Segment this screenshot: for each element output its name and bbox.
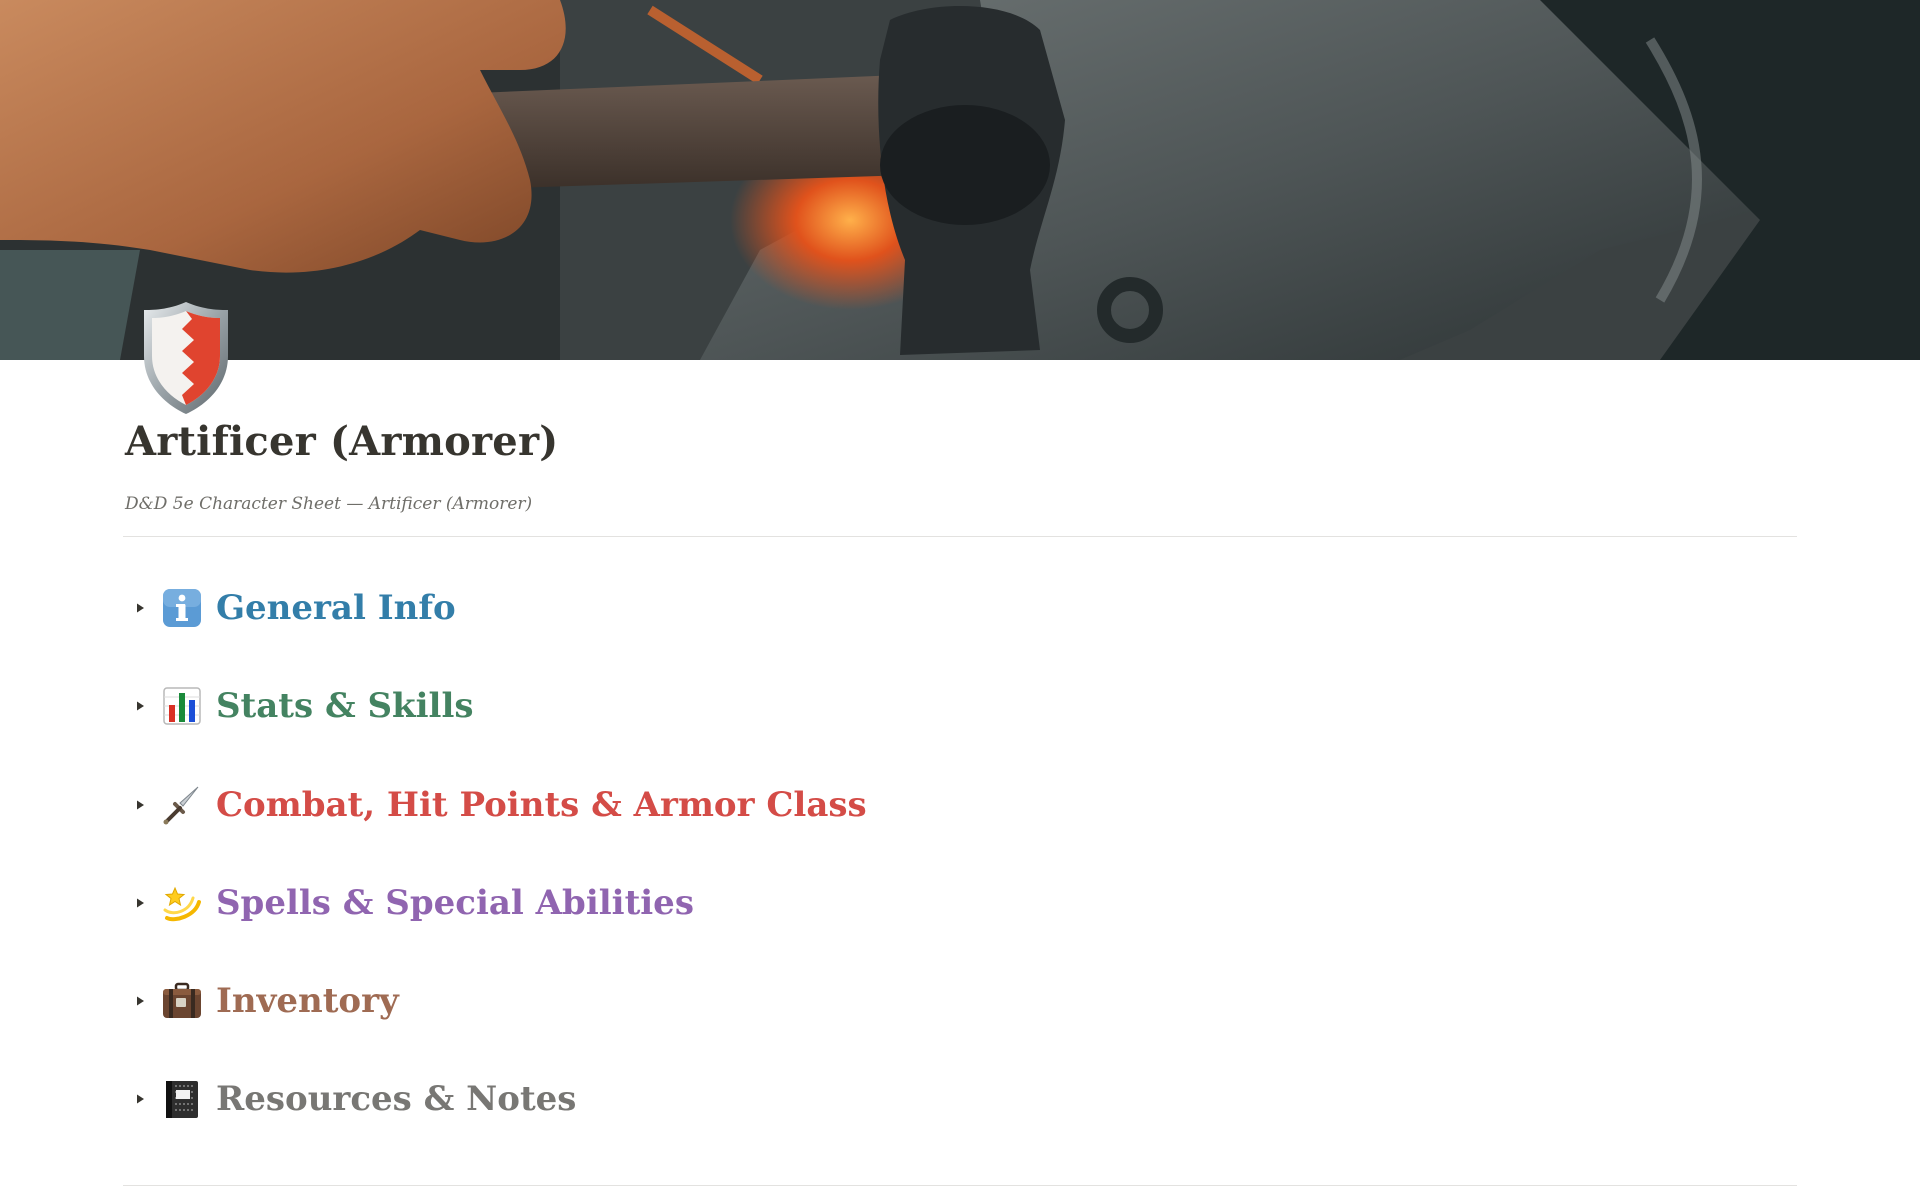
toggle-arrow-icon[interactable] <box>123 602 157 614</box>
toggle-arrow-icon[interactable] <box>123 897 157 909</box>
forge-cover-image <box>0 0 1920 360</box>
page-subtitle: D&D 5e Character Sheet — Artificer (Armo… <box>125 494 533 514</box>
bar-chart-icon <box>161 685 203 727</box>
notebook-icon <box>161 1078 203 1120</box>
toggle-spells[interactable]: Spells & Special Abilities <box>123 875 694 931</box>
toggle-combat[interactable]: Combat, Hit Points & Armor Class <box>123 777 867 833</box>
toggle-general-info[interactable]: General Info <box>123 580 456 636</box>
toggle-label: Combat, Hit Points & Armor Class <box>216 785 867 825</box>
shield-icon[interactable] <box>142 300 230 416</box>
toggle-label: Stats & Skills <box>216 686 474 726</box>
toggle-arrow-icon[interactable] <box>123 799 157 811</box>
toggle-label: Resources & Notes <box>216 1079 577 1119</box>
toggle-inventory[interactable]: Inventory <box>123 973 399 1029</box>
page-title[interactable]: Artificer (Armorer) <box>125 418 558 465</box>
divider <box>123 536 1797 537</box>
toggle-stats-skills[interactable]: Stats & Skills <box>123 678 474 734</box>
toggle-label: Spells & Special Abilities <box>216 883 694 923</box>
toggle-label: Inventory <box>216 981 399 1021</box>
luggage-icon <box>161 980 203 1022</box>
divider <box>123 1185 1797 1186</box>
toggle-arrow-icon[interactable] <box>123 1093 157 1105</box>
toggle-arrow-icon[interactable] <box>123 700 157 712</box>
toggle-resources-notes[interactable]: Resources & Notes <box>123 1071 576 1127</box>
information-icon <box>161 587 203 629</box>
toggle-label: General Info <box>216 588 456 628</box>
dagger-icon <box>161 784 203 826</box>
cover-image <box>0 0 1920 360</box>
toggle-arrow-icon[interactable] <box>123 995 157 1007</box>
dizzy-star-icon <box>161 882 203 924</box>
